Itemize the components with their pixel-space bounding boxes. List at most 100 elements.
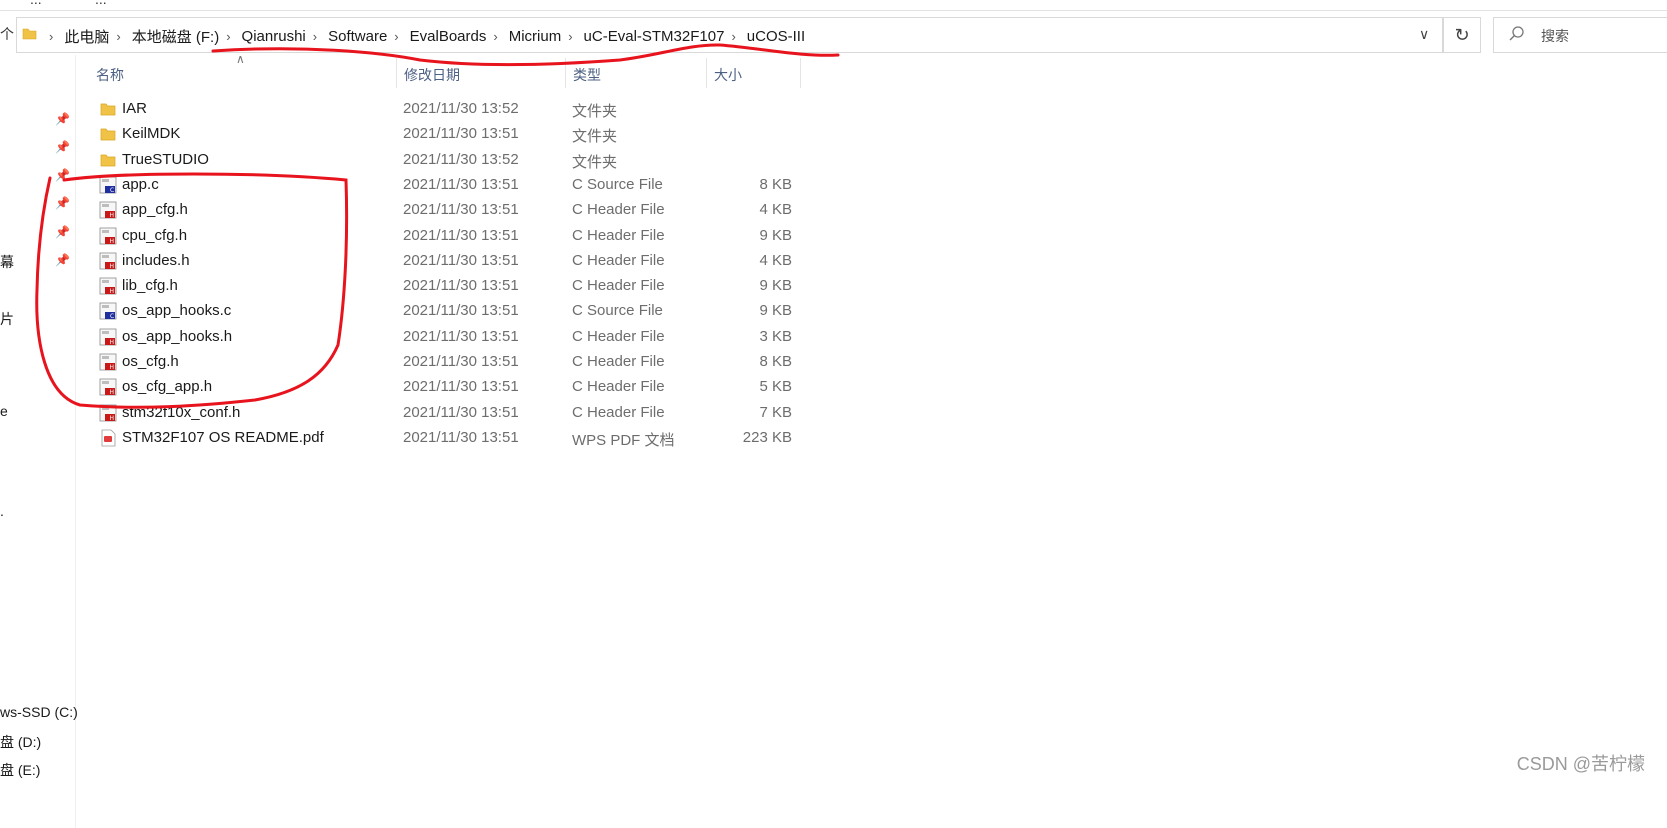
table-row[interactable]: TrueSTUDIO 2021/11/30 13:52 文件夹 xyxy=(86,148,806,173)
chevron-right-icon[interactable]: › xyxy=(731,29,735,44)
nav-item-drive-e[interactable]: 盘 (E:) xyxy=(0,760,40,780)
nav-item-partial[interactable]: 幕 xyxy=(0,252,14,272)
nav-item-partial[interactable]: e xyxy=(0,403,8,419)
column-divider[interactable] xyxy=(706,58,707,88)
breadcrumb-item-this-pc[interactable]: 此电脑 xyxy=(64,26,109,47)
file-name: os_app_hooks.h xyxy=(122,327,233,345)
file-type: C Header File xyxy=(572,378,665,396)
file-size: 7 KB xyxy=(759,403,792,421)
column-divider[interactable] xyxy=(800,58,801,88)
file-name: includes.h xyxy=(122,251,190,269)
file-date: 2021/11/30 13:51 xyxy=(403,175,519,193)
c-header-file-icon: H xyxy=(99,201,117,219)
table-row[interactable]: Hos_cfg.h 2021/11/30 13:51 C Header File 8 … xyxy=(86,350,806,375)
folder-icon xyxy=(99,125,117,143)
file-type: C Header File xyxy=(572,403,665,421)
file-size: 4 KB xyxy=(759,201,792,219)
table-row[interactable]: Hincludes.h 2021/11/30 13:51 C Header File… xyxy=(86,249,806,274)
search-input[interactable]: 搜索 xyxy=(1493,17,1667,53)
table-row[interactable]: Hstm32f10x_conf.h 2021/11/30 13:51 C Heade… xyxy=(86,401,806,426)
file-date: 2021/11/30 13:52 xyxy=(403,150,519,168)
up-arrow-button[interactable]: 个 xyxy=(0,24,14,44)
file-date: 2021/11/30 13:51 xyxy=(403,353,519,370)
file-size: 4 KB xyxy=(759,251,792,269)
svg-text:C: C xyxy=(110,313,114,320)
column-header-name[interactable]: 名称 xyxy=(96,64,124,86)
file-name: KeilMDK xyxy=(122,125,181,143)
c-header-file-icon: H xyxy=(99,277,117,295)
file-date: 2021/11/30 13:51 xyxy=(403,251,519,269)
pin-icon[interactable]: 📌 xyxy=(55,225,70,239)
search-icon xyxy=(1509,26,1524,41)
chevron-right-icon[interactable]: › xyxy=(116,29,120,44)
table-row[interactable]: IAR 2021/11/30 13:52 文件夹 xyxy=(86,97,806,122)
file-type: 文件夹 xyxy=(572,153,618,171)
pdf-file-icon xyxy=(99,429,117,447)
table-row[interactable]: Hlib_cfg.h 2021/11/30 13:51 C Header File 9… xyxy=(86,274,806,299)
file-type: C Header File xyxy=(572,327,665,345)
table-row[interactable]: STM32F107 OS README.pdf 2021/11/30 13:51 W… xyxy=(86,426,806,451)
table-row[interactable]: Hos_cfg_app.h 2021/11/30 13:51 C Header Fi… xyxy=(86,375,806,400)
file-type: C Header File xyxy=(572,277,665,295)
table-row[interactable]: KeilMDK 2021/11/30 13:51 文件夹 xyxy=(86,122,806,147)
pin-icon[interactable]: 📌 xyxy=(55,253,70,267)
file-type: C Source File xyxy=(572,302,663,320)
chevron-right-icon[interactable]: › xyxy=(49,29,53,44)
file-date: 2021/11/30 13:51 xyxy=(403,327,519,345)
column-header-date[interactable]: 修改日期 xyxy=(404,64,460,86)
folder-icon xyxy=(99,151,117,169)
sort-ascending-icon: ∧ xyxy=(236,52,245,66)
breadcrumb-item-uc-eval[interactable]: uC-Eval-STM32F107 xyxy=(584,28,725,45)
column-divider[interactable] xyxy=(396,58,397,88)
breadcrumb-item-evalboards[interactable]: EvalBoards xyxy=(410,28,487,45)
file-size: 223 KB xyxy=(742,428,792,446)
table-row[interactable]: Cos_app_hooks.c 2021/11/30 13:51 C Source … xyxy=(86,299,806,324)
table-row[interactable]: Capp.c 2021/11/30 13:51 C Source File 8 KB xyxy=(86,173,806,198)
column-header-size[interactable]: 大小 xyxy=(714,64,742,86)
chevron-right-icon[interactable]: › xyxy=(313,29,317,44)
file-date: 2021/11/30 13:51 xyxy=(403,277,519,295)
pin-icon[interactable]: 📌 xyxy=(55,196,70,210)
table-row[interactable]: Happ_cfg.h 2021/11/30 13:51 C Header File 4… xyxy=(86,198,806,223)
chevron-right-icon[interactable]: › xyxy=(394,29,398,44)
svg-text:H: H xyxy=(110,364,115,371)
pin-icon[interactable]: 📌 xyxy=(55,112,70,126)
file-name: app.c xyxy=(122,175,159,193)
svg-text:H: H xyxy=(110,339,115,346)
file-name: STM32F107 OS README.pdf xyxy=(122,428,324,446)
breadcrumb-item-qianrushi[interactable]: Qianrushi xyxy=(242,28,306,45)
file-name: stm32f10x_conf.h xyxy=(122,403,241,421)
c-source-file-icon: C xyxy=(99,302,117,320)
svg-text:H: H xyxy=(110,389,115,396)
file-name: os_cfg_app.h xyxy=(122,378,213,396)
table-row[interactable]: Hcpu_cfg.h 2021/11/30 13:51 C Header File 9… xyxy=(86,224,806,249)
chevron-right-icon[interactable]: › xyxy=(493,29,497,44)
file-date: 2021/11/30 13:51 xyxy=(403,226,519,244)
svg-text:H: H xyxy=(110,263,115,270)
file-date: 2021/11/30 13:51 xyxy=(403,378,519,396)
chevron-right-icon[interactable]: › xyxy=(226,29,230,44)
pin-icon[interactable]: 📌 xyxy=(55,140,70,154)
chevron-right-icon[interactable]: › xyxy=(568,29,572,44)
file-size: 8 KB xyxy=(759,353,792,370)
nav-item-partial[interactable]: . xyxy=(0,503,4,519)
nav-item-drive-d[interactable]: 盘 (D:) xyxy=(0,732,41,752)
breadcrumb-item-ucos-iii[interactable]: uCOS-III xyxy=(747,28,805,45)
svg-text:C: C xyxy=(110,187,114,194)
file-name: IAR xyxy=(122,100,148,117)
refresh-button[interactable]: ↻ xyxy=(1443,17,1481,53)
file-size: 9 KB xyxy=(759,302,792,320)
breadcrumb-item-software[interactable]: Software xyxy=(328,28,387,45)
breadcrumb: › 此电脑 › 本地磁盘 (F:) › Qianrushi › Software… xyxy=(42,26,805,46)
column-header-type[interactable]: 类型 xyxy=(573,64,601,86)
table-row[interactable]: Hos_app_hooks.h 2021/11/30 13:51 C Header … xyxy=(86,325,806,350)
breadcrumb-item-drive-f[interactable]: 本地磁盘 (F:) xyxy=(132,26,220,47)
nav-item-drive-c[interactable]: ws-SSD (C:) xyxy=(0,704,78,720)
breadcrumb-item-micrium[interactable]: Micrium xyxy=(509,28,562,45)
address-history-dropdown[interactable]: ∨ xyxy=(1419,26,1429,43)
column-divider[interactable] xyxy=(565,58,566,88)
file-date: 2021/11/30 13:51 xyxy=(403,403,519,421)
pin-icon[interactable]: 📌 xyxy=(55,168,70,182)
title-strip-left: ... xyxy=(30,0,42,7)
nav-item-partial[interactable]: 片 xyxy=(0,309,14,329)
